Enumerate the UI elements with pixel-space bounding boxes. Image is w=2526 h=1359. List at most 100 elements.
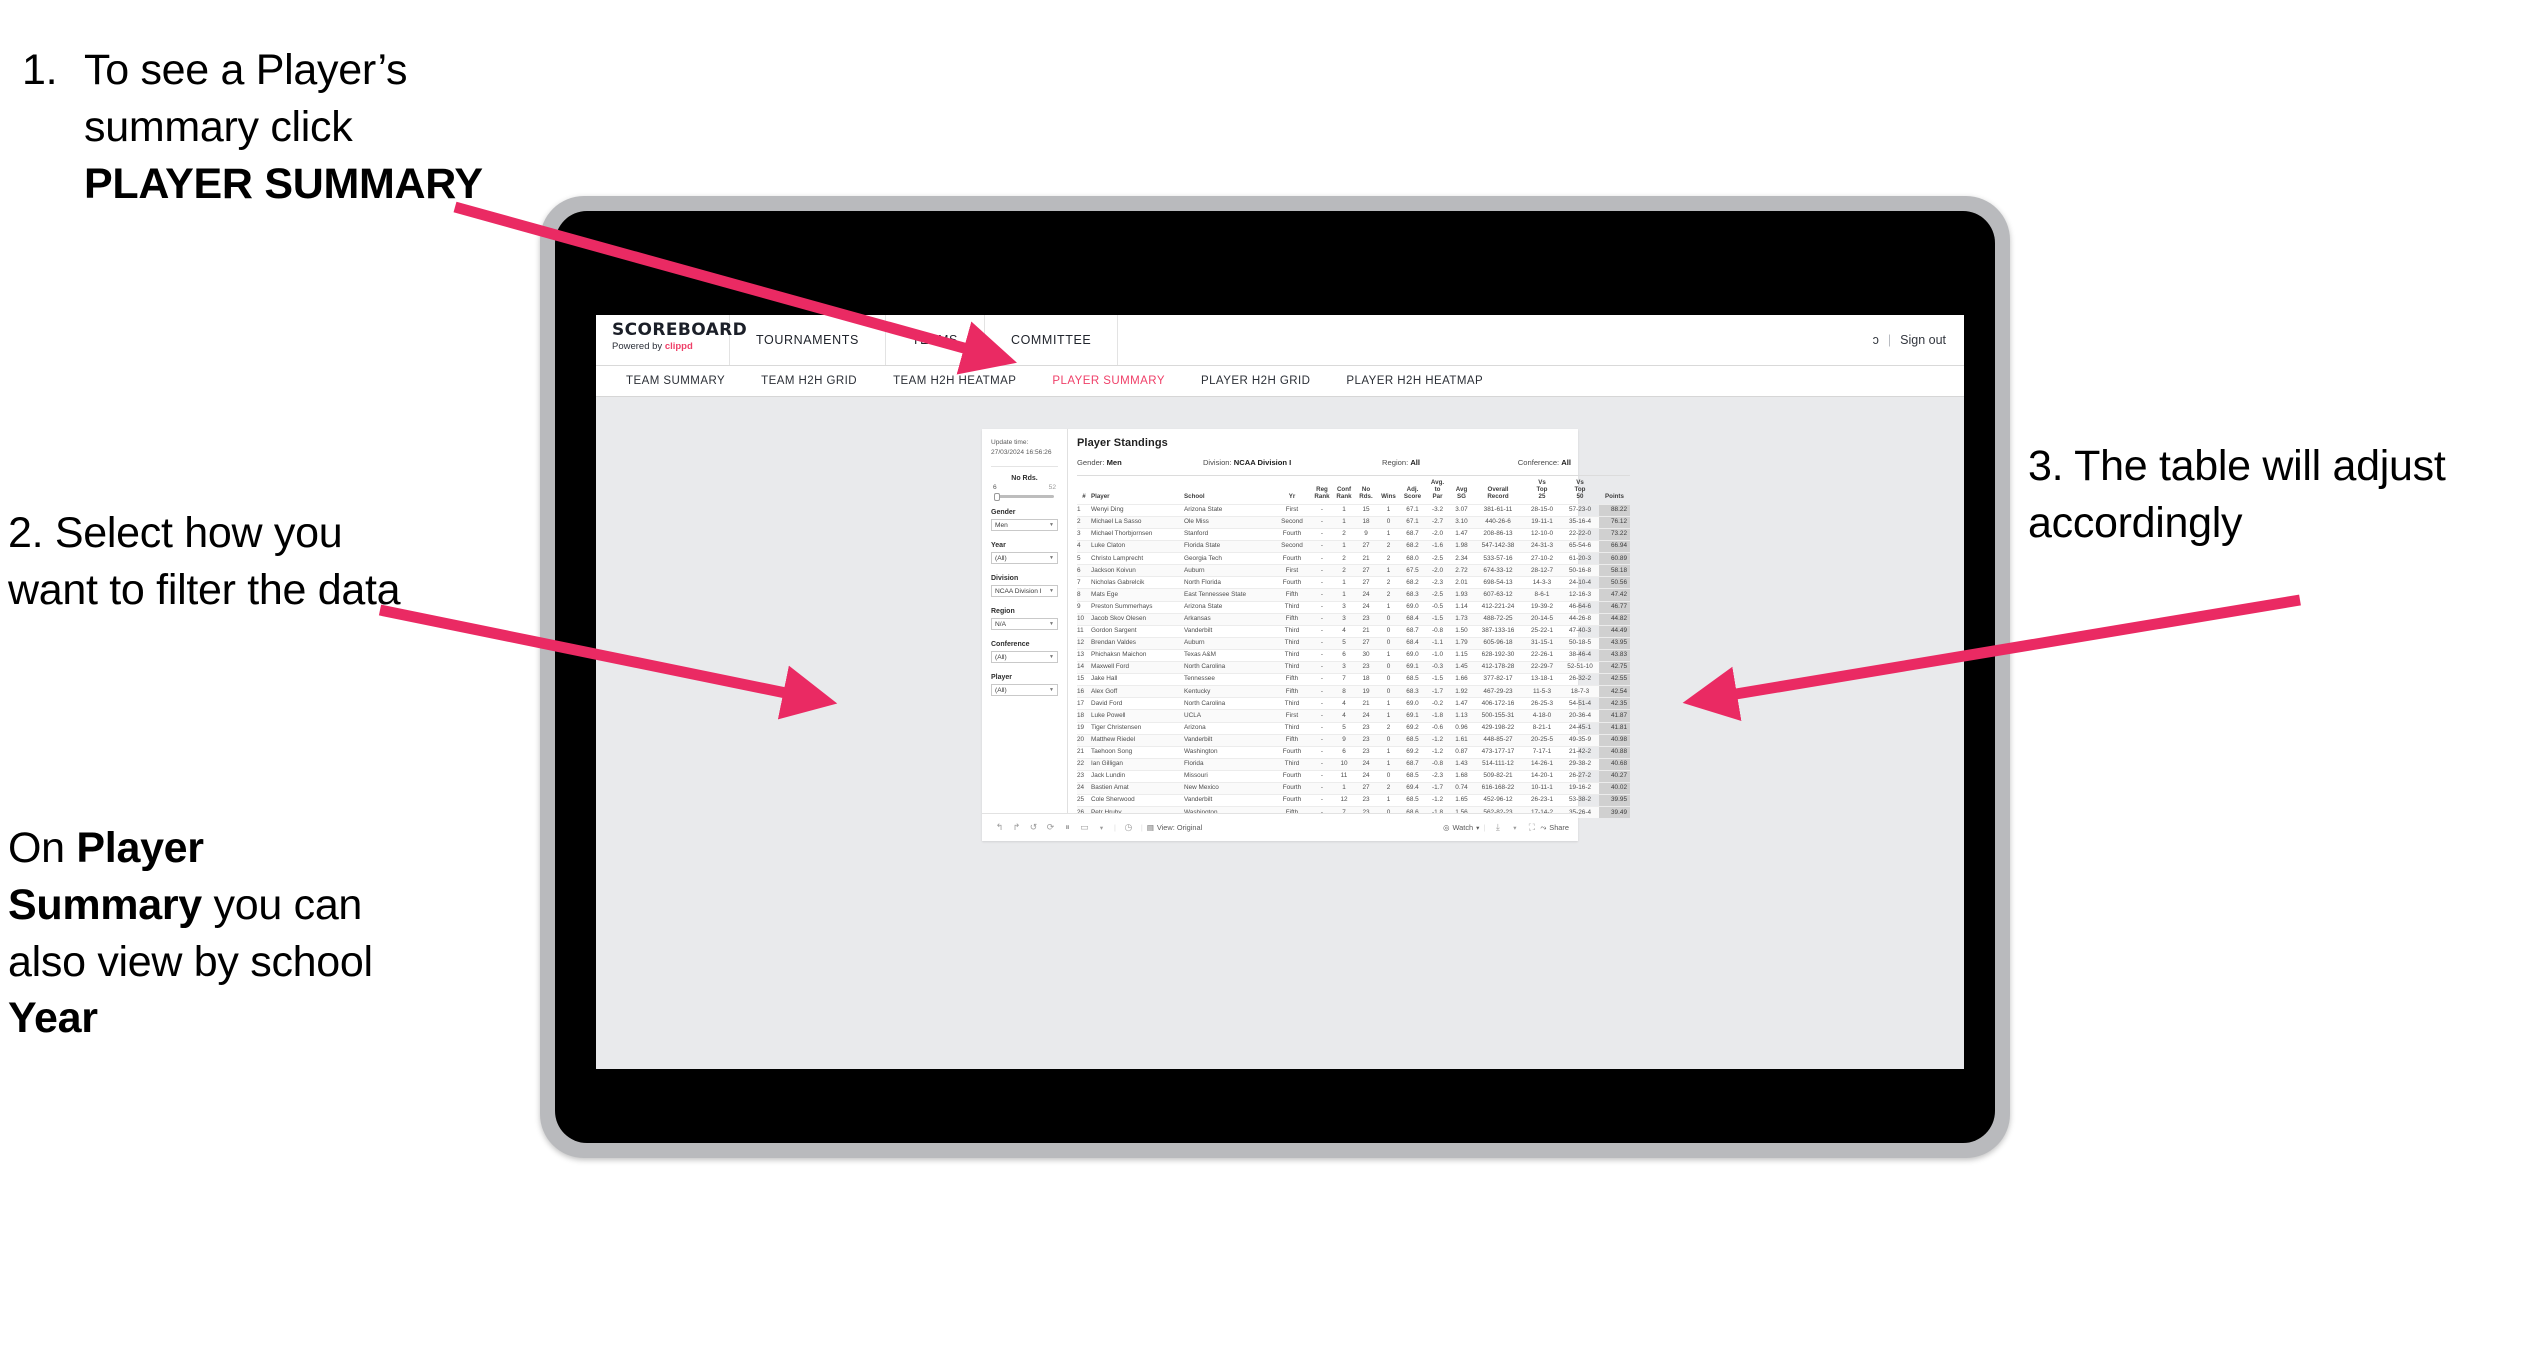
tab-player-summary[interactable]: PLAYER SUMMARY — [1034, 375, 1183, 387]
table-cell: 1 — [1377, 503, 1400, 517]
watch-button[interactable]: ◎ Watch ▾ — [1443, 823, 1479, 832]
table-cell: 26-27-2 — [1561, 769, 1599, 783]
table-cell: North Carolina — [1184, 697, 1273, 710]
table-row[interactable]: 11 Gordon Sargent Vanderbilt Third -4 21 0 68.7… — [1077, 624, 1630, 638]
table-row[interactable]: 10 Jacob Skov Olesen Arkansas Fifth -3 23 0 68.… — [1077, 612, 1630, 626]
table-cell: 69.1 — [1400, 661, 1425, 674]
column-header[interactable]: Vs Top 25 — [1523, 475, 1561, 505]
tab-player-h2h-grid[interactable]: PLAYER H2H GRID — [1183, 375, 1328, 387]
toolbar-divider: | — [1483, 823, 1486, 832]
column-header[interactable]: Overall Record — [1473, 475, 1523, 505]
table-row[interactable]: 23 Jack Lundin Missouri Fourth -11 24 0 68.5 -2.… — [1077, 769, 1630, 783]
table-row[interactable]: 6 Jackson Koivun Auburn First -2 27 1 67.5 -2.0 2… — [1077, 564, 1630, 577]
slider-track[interactable] — [994, 492, 1054, 501]
column-header[interactable]: # — [1077, 475, 1091, 505]
clock-icon[interactable]: ◷ — [1120, 822, 1137, 833]
table-row[interactable]: 7 Nicholas Gabrelcik North Florida Fourth -1… — [1077, 576, 1630, 589]
chevron-down-icon[interactable]: ▾ — [1506, 824, 1523, 832]
column-header[interactable]: Points — [1599, 475, 1630, 505]
table-cell: 22-26-1 — [1523, 648, 1561, 662]
table-row[interactable]: 1 Wenyi Ding Arizona State First -1 15 1 67.1 -3… — [1077, 503, 1630, 517]
cell-player-name: Matthew Riedel — [1091, 733, 1184, 747]
table-row[interactable]: 8 Mats Ege East Tennessee State Fifth -1 24 2 6… — [1077, 588, 1630, 602]
table-cell: 38-46-4 — [1561, 648, 1599, 662]
table-cell: - — [1311, 527, 1333, 541]
rectangle-select-icon[interactable]: ▭ — [1076, 822, 1093, 833]
table-row[interactable]: 12 Brendan Valdes Auburn Third -5 27 0 68.4 -1.1… — [1077, 636, 1630, 650]
tab-team-h2h-grid[interactable]: TEAM H2H GRID — [743, 375, 875, 387]
column-header[interactable]: Adj. Score — [1400, 475, 1425, 505]
undo-icon[interactable]: ↰ — [991, 822, 1008, 833]
cell-points: 42.75 — [1599, 661, 1630, 674]
filter-conference-select[interactable]: (All) ▼ — [991, 651, 1058, 664]
tab-player-h2h-heatmap[interactable]: PLAYER H2H HEATMAP — [1328, 375, 1501, 387]
table-cell: Auburn — [1184, 564, 1273, 577]
table-cell: 2 — [1333, 552, 1355, 565]
column-header[interactable]: Avg SG — [1450, 475, 1473, 505]
cell-player-name: Brendan Valdes — [1091, 636, 1184, 650]
chevron-down-icon[interactable]: ▾ — [1093, 824, 1110, 832]
revert-icon[interactable]: ↺ — [1025, 822, 1042, 833]
redo-icon[interactable]: ↱ — [1008, 822, 1025, 833]
refresh-icon[interactable]: ⟳ — [1042, 822, 1059, 833]
table-cell: 49-35-9 — [1561, 733, 1599, 747]
filter-year-select[interactable]: (All) ▼ — [991, 552, 1058, 565]
topnav-teams[interactable]: TEAMS — [886, 315, 985, 365]
filter-gender-select[interactable]: Men ▼ — [991, 519, 1058, 532]
share-button[interactable]: ⤳ Share — [1540, 823, 1569, 833]
table-row[interactable]: 22 Ian Gilligan Florida Third -10 24 1 68.7 -0.8… — [1077, 757, 1630, 771]
column-header[interactable]: School — [1184, 475, 1273, 505]
filter-conference-label: Conference — [991, 641, 1030, 649]
column-header[interactable]: Avg. to Par — [1425, 475, 1450, 505]
topnav-committee[interactable]: COMMITTEE — [985, 315, 1119, 365]
table-row[interactable]: 17 David Ford North Carolina Third -4 21 1 69.0… — [1077, 697, 1630, 710]
column-header[interactable]: Wins — [1377, 475, 1400, 505]
table-cell: 607-63-12 — [1473, 588, 1523, 602]
table-row[interactable]: 19 Tiger Christensen Arizona Third -5 23 2 69.2… — [1077, 721, 1630, 735]
tab-team-h2h-heatmap[interactable]: TEAM H2H HEATMAP — [875, 375, 1034, 387]
filter-no-rounds-slider[interactable]: No Rds. 6 52 — [991, 475, 1058, 501]
table-cell: Auburn — [1184, 636, 1273, 650]
table-row[interactable]: 25 Cole Sherwood Vanderbilt Fourth -12 23 1 68.… — [1077, 794, 1630, 807]
table-row[interactable]: 13 Phichaksn Maichon Texas A&M Third -6 30 1 69… — [1077, 648, 1630, 662]
table-cell: 4 — [1333, 709, 1355, 722]
pause-icon[interactable]: ⏸ — [1059, 822, 1076, 833]
column-header[interactable]: Player — [1091, 475, 1184, 505]
download-icon[interactable]: ⤓ — [1489, 822, 1506, 833]
topnav-tournaments[interactable]: TOURNAMENTS — [730, 315, 886, 365]
table-row[interactable]: 9 Preston Summerhays Arizona State Third -3 2… — [1077, 600, 1630, 614]
user-avatar-icon[interactable]: ɔ — [1873, 333, 1879, 347]
table-cell: - — [1311, 624, 1333, 638]
active-filter-conference: Conference: All — [1518, 458, 1571, 467]
sign-out-link[interactable]: Sign out — [1900, 333, 1946, 347]
table-row[interactable]: 21 Taehoon Song Washington Fourth -6 23 1 69.2-… — [1077, 745, 1630, 759]
column-header[interactable]: Yr — [1273, 475, 1311, 505]
table-row[interactable]: 20 Matthew Riedel Vanderbilt Fifth -9 23 0 68.5… — [1077, 733, 1630, 747]
table-row[interactable]: 3 Michael Thorbjornsen Stanford Fourth -2 9 1 6… — [1077, 527, 1630, 541]
column-header[interactable]: No Rds. — [1355, 475, 1377, 505]
view-original-button[interactable]: ▤ View: Original — [1147, 823, 1202, 832]
fullscreen-icon[interactable]: ⛶ — [1523, 822, 1540, 833]
table-row[interactable]: 18 Luke Powell UCLA First -4 24 1 69.1 -1.8 1.13 5… — [1077, 709, 1630, 722]
column-header[interactable]: Vs Top 50 — [1561, 475, 1599, 505]
table-cell: 2.72 — [1450, 564, 1473, 577]
filter-region-select[interactable]: N/A ▼ — [991, 618, 1058, 631]
table-row[interactable]: 5 Christo Lamprecht Georgia Tech Fourth -2 21… — [1077, 552, 1630, 565]
tab-team-summary[interactable]: TEAM SUMMARY — [608, 375, 743, 387]
slider-handle[interactable] — [994, 492, 1000, 501]
table-row[interactable]: 14 Maxwell Ford North Carolina Third -3 23 0 69… — [1077, 661, 1630, 674]
column-header[interactable]: Reg Rank — [1311, 475, 1333, 505]
table-row[interactable]: 15 Jake Hall Tennessee Fifth -7 18 0 68.5 -1.5 1.… — [1077, 673, 1630, 686]
table-row[interactable]: 2 Michael La Sasso Ole Miss Second -1 18 0 67.1… — [1077, 515, 1630, 529]
cell-player-name: Michael Thorbjornsen — [1091, 527, 1184, 541]
column-header[interactable]: Conf Rank — [1333, 475, 1355, 505]
table-cell: 18 — [1355, 515, 1377, 529]
table-cell: 68.5 — [1400, 733, 1425, 747]
table-row[interactable]: 24 Bastien Amat New Mexico Fourth -1 27 2 69.4-… — [1077, 781, 1630, 795]
table-row[interactable]: 16 Alex Goff Kentucky Fifth -8 19 0 68.3 -1.7 1.9… — [1077, 685, 1630, 698]
app-logo[interactable]: SCOREBOARD Powered by clippd — [596, 315, 747, 365]
table-cell: 1 — [1377, 697, 1400, 710]
filter-player-select[interactable]: (All) ▼ — [991, 684, 1058, 697]
filter-division-select[interactable]: NCAA Division I ▼ — [991, 585, 1058, 598]
table-row[interactable]: 4 Luke Claton Florida State Second -1 27 2 68.2… — [1077, 540, 1630, 553]
